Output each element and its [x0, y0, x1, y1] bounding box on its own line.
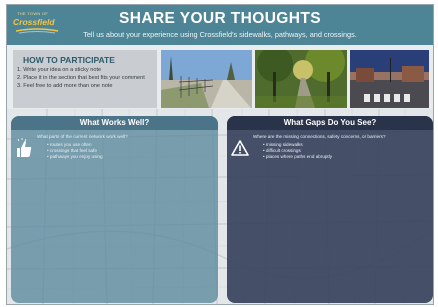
- how-to-step: 1. Write your idea on a sticky note: [17, 67, 102, 73]
- page-title: SHARE YOUR THOUGHTS: [119, 10, 321, 27]
- how-to-participate-box: HOW TO PARTICIPATE 1. Write your idea on…: [13, 50, 157, 108]
- warning-icon: [231, 140, 249, 156]
- how-to-step: 3. Feel free to add more than one note: [17, 83, 113, 89]
- panel-bullets: routes you use often crossings that feel…: [47, 142, 103, 160]
- tree-pathway-photo: [255, 50, 347, 108]
- sidewalk-photo: [161, 50, 252, 108]
- street-crossing-photo: [350, 50, 429, 108]
- panel-question: What parts of the current network work w…: [37, 134, 128, 139]
- how-to-title: HOW TO PARTICIPATE: [23, 55, 115, 65]
- panel-title: What Works Well?: [11, 116, 218, 130]
- panel-question: Where are the missing connections, safet…: [253, 134, 386, 139]
- panel-title: What Gaps Do You See?: [227, 116, 433, 130]
- how-to-steps: 1. Write your idea on a sticky note 2. P…: [17, 67, 155, 91]
- how-to-step: 2. Place it in the section that best fit…: [17, 75, 145, 81]
- header-banner: THE TOWN OF Crossfield SHARE YOUR THOUGH…: [7, 5, 433, 45]
- bullet-item: places where paths end abruptly: [263, 154, 332, 160]
- engagement-board: THE TOWN OF Crossfield SHARE YOUR THOUGH…: [6, 4, 434, 305]
- what-gaps-panel: What Gaps Do You See? Where are the miss…: [227, 116, 433, 303]
- what-works-well-panel: What Works Well? What parts of the curre…: [11, 116, 218, 303]
- bullet-item: pathways you enjoy using: [47, 154, 103, 160]
- page-subtitle: Tell us about your experience using Cros…: [83, 30, 357, 39]
- thumbs-up-icon: [17, 138, 32, 157]
- panel-bullets: missing sidewalks difficult crossings pl…: [263, 142, 332, 160]
